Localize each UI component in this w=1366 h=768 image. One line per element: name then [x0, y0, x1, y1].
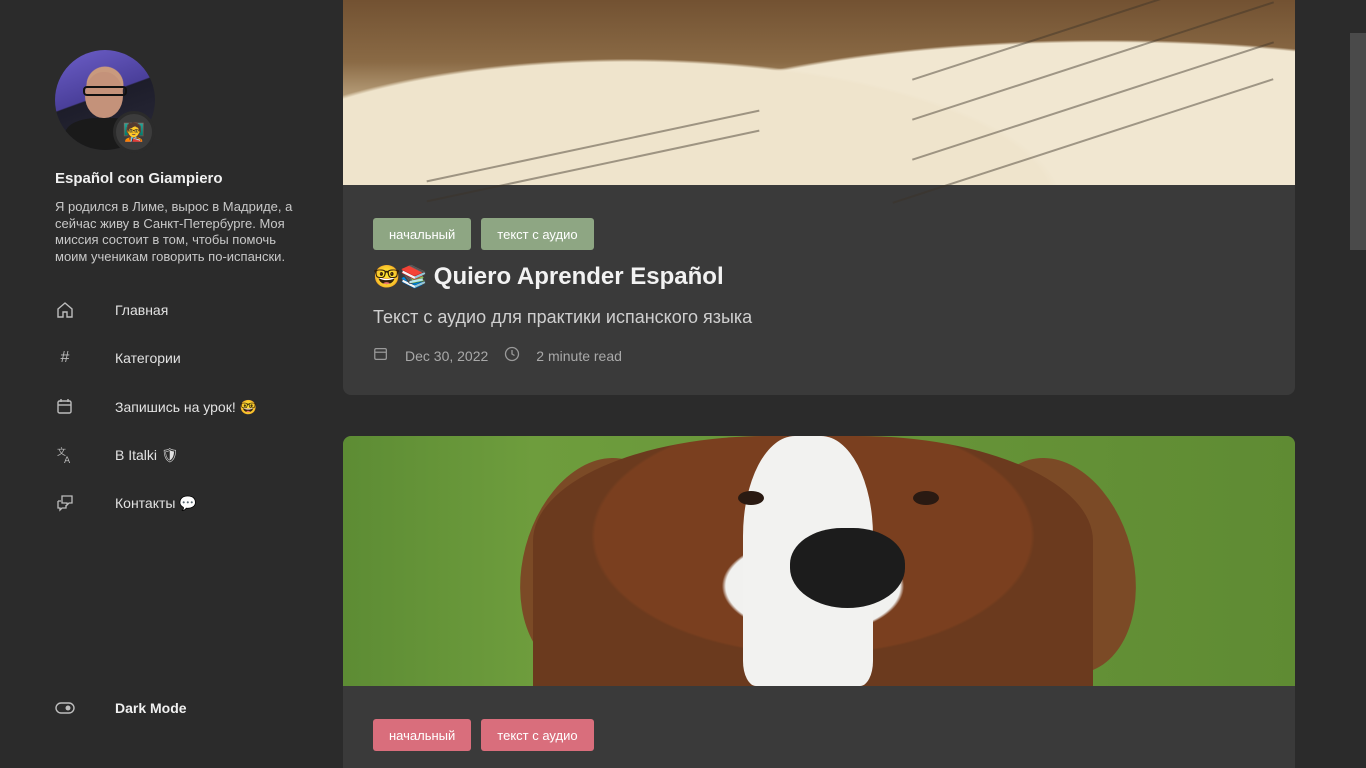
dog-eye: [738, 491, 764, 505]
post-card[interactable]: начальный текст с аудио 🤓📚 Quiero Aprend…: [343, 0, 1295, 395]
scrollbar-thumb[interactable]: [1350, 33, 1366, 250]
translate-icon: 文A: [55, 445, 75, 465]
dark-mode-label: Dark Mode: [115, 700, 187, 716]
post-cover-image[interactable]: [343, 0, 1295, 204]
sidebar-item-label: Главная: [115, 302, 169, 318]
sidebar-item-lesson[interactable]: Запишись на урок! 🤓: [55, 393, 295, 421]
dog-eye: [913, 491, 939, 505]
clock-icon: [504, 346, 520, 366]
sidebar-item-label: В Italki 🛡: [115, 446, 179, 463]
post-tags: начальный текст с аудио: [373, 218, 594, 250]
post-title-text: Quiero Aprender Español: [433, 263, 724, 290]
tag-beginner[interactable]: начальный: [373, 218, 472, 250]
tag-audio-text[interactable]: текст с аудио: [481, 218, 594, 250]
tag-beginner[interactable]: начальный: [373, 719, 472, 751]
nerd-books-icon: 🤓📚: [373, 264, 428, 289]
post-card[interactable]: начальный текст с аудио: [343, 436, 1295, 768]
sidebar-item-label: Контакты 💬: [115, 494, 197, 511]
sidebar: 🧑‍🏫 Español con Giampiero Я родился в Ли…: [0, 0, 318, 768]
teacher-badge-icon: 🧑‍🏫: [113, 111, 155, 153]
dark-mode-toggle[interactable]: Dark Mode: [55, 694, 295, 722]
calendar-icon: [55, 397, 75, 417]
post-list: начальный текст с аудио 🤓📚 Quiero Aprend…: [343, 0, 1295, 768]
site-description: Я родился в Лиме, вырос в Мадриде, а сей…: [55, 199, 293, 264]
toggle-icon: [55, 698, 75, 718]
sidebar-item-contacts[interactable]: Контакты 💬: [55, 489, 295, 517]
post-date: Dec 30, 2022: [405, 348, 489, 364]
post-meta: Dec 30, 2022 2 minute read: [373, 346, 638, 366]
chat-icon: [55, 493, 75, 513]
sidebar-item-categories[interactable]: # Категории: [55, 344, 295, 372]
dog-nose: [790, 528, 905, 608]
svg-text:A: A: [64, 456, 71, 464]
sidebar-item-label: Запишись на урок! 🤓: [115, 398, 258, 415]
sidebar-item-label: Категории: [115, 350, 181, 366]
post-title[interactable]: 🤓📚 Quiero Aprender Español: [373, 263, 724, 291]
hash-icon: #: [60, 349, 70, 366]
post-read-time: 2 minute read: [536, 348, 622, 364]
tag-audio-text[interactable]: текст с аудио: [481, 719, 594, 751]
site-title[interactable]: Español con Giampiero: [55, 170, 223, 187]
post-subtitle: Текст с аудио для практики испанского яз…: [373, 307, 753, 327]
home-icon: [55, 300, 75, 320]
sidebar-item-italki[interactable]: 文A В Italki 🛡: [55, 441, 295, 469]
calendar-icon: [373, 346, 389, 366]
post-tags: начальный текст с аудио: [373, 719, 594, 751]
avatar-glasses: [83, 86, 127, 96]
sidebar-item-home[interactable]: Главная: [55, 296, 295, 324]
post-cover-image[interactable]: [343, 436, 1295, 692]
